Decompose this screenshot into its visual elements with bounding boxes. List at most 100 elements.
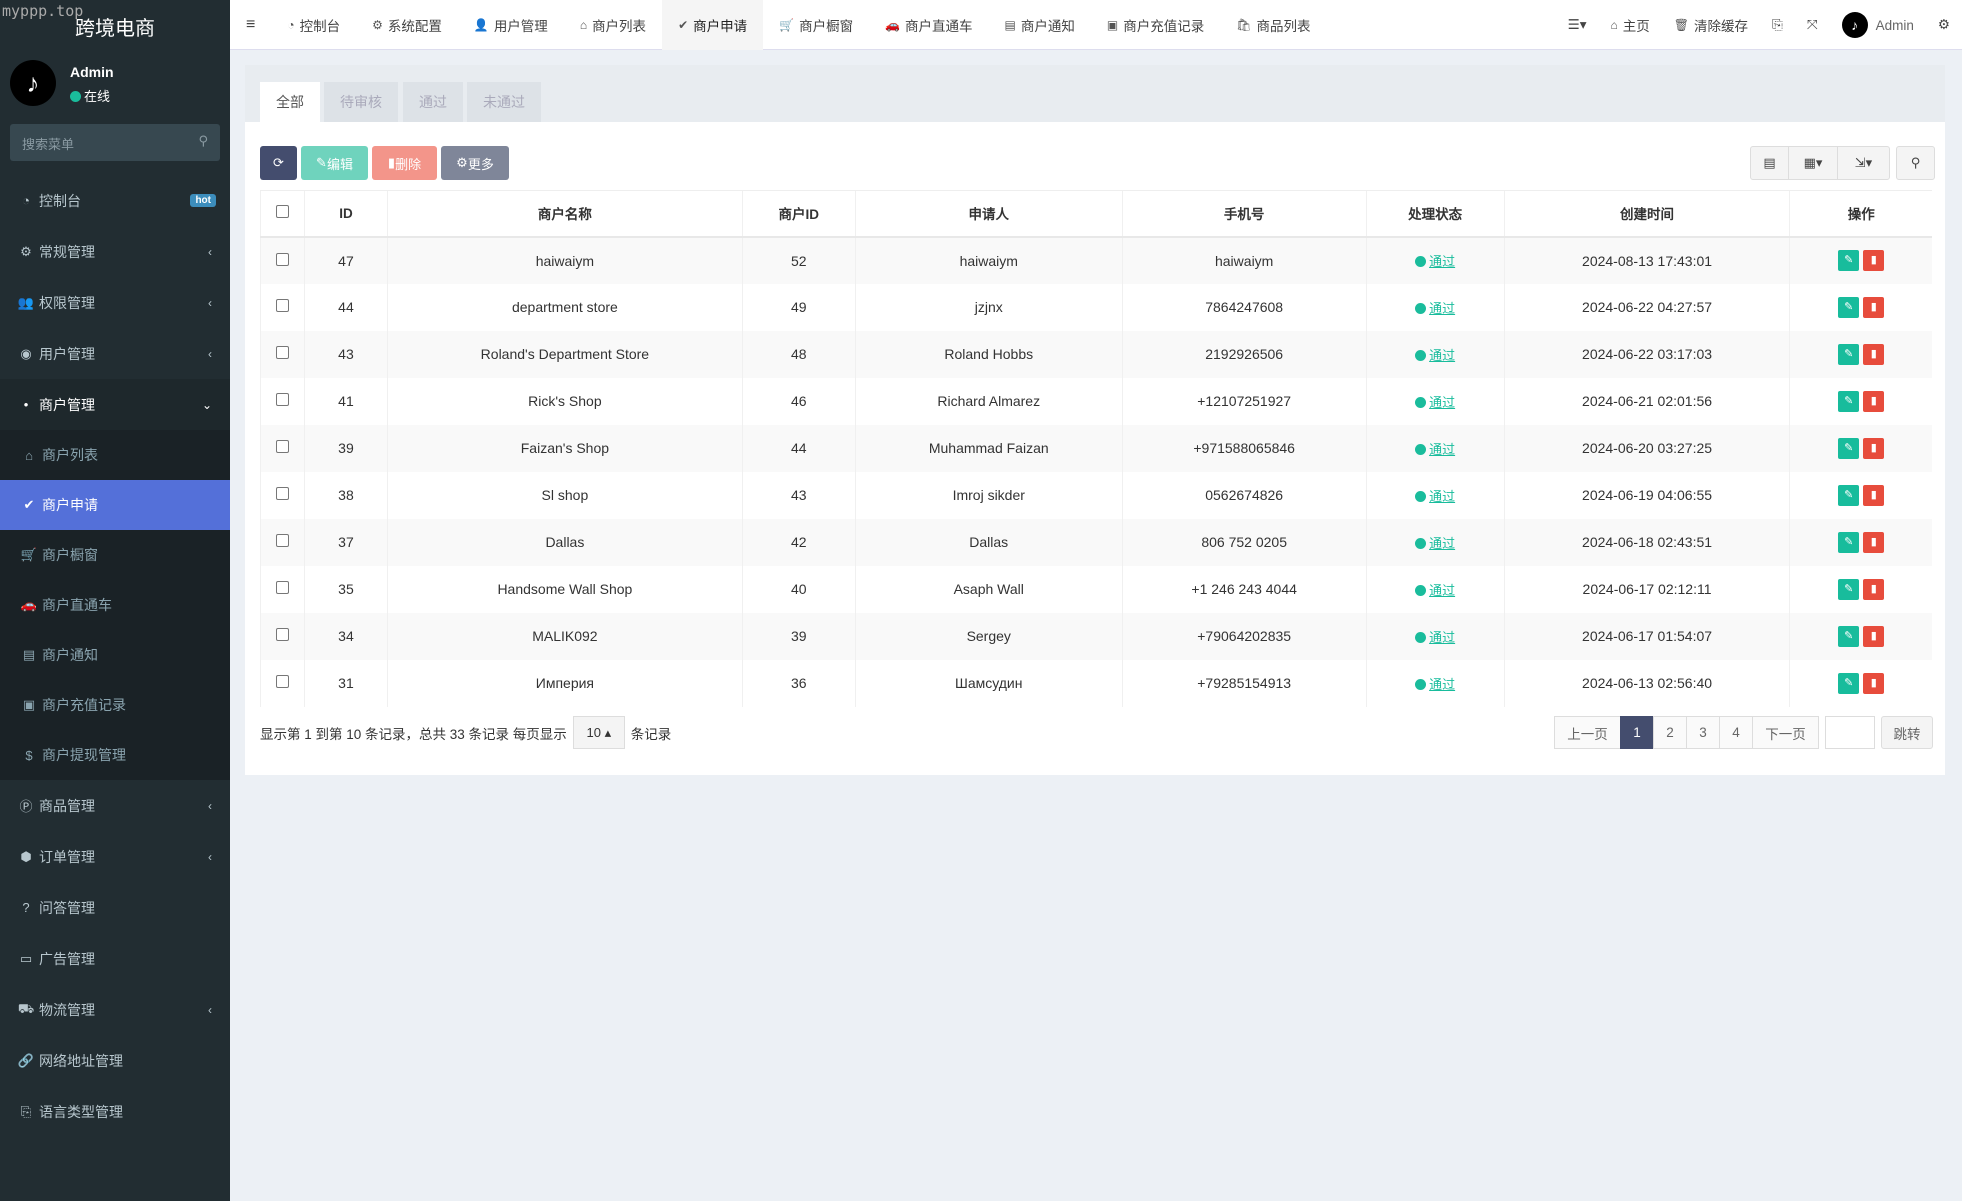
jump-page-input[interactable] bbox=[1825, 716, 1875, 749]
fullscreen-button[interactable]: ⤧ bbox=[1795, 0, 1830, 50]
row-delete-button[interactable]: ▮ bbox=[1863, 250, 1885, 271]
top-tab-6[interactable]: 🚗 商户直通车 bbox=[869, 0, 988, 50]
prev-page-button[interactable]: 上一页 bbox=[1554, 716, 1621, 749]
top-tab-5[interactable]: 🛒 商户橱窗 bbox=[763, 0, 869, 50]
tab-rejected[interactable]: 未通过 bbox=[467, 82, 541, 122]
status-link[interactable]: 通过 bbox=[1415, 254, 1455, 269]
page-1[interactable]: 1 bbox=[1620, 716, 1654, 749]
refresh-button[interactable]: ⟳ bbox=[260, 146, 297, 180]
row-checkbox[interactable] bbox=[260, 283, 305, 331]
status-link[interactable]: 通过 bbox=[1415, 489, 1455, 504]
status-link[interactable]: 通过 bbox=[1415, 536, 1455, 551]
row-edit-button[interactable]: ✎ bbox=[1838, 296, 1860, 318]
sidebar-item-10[interactable]: 🔗 网络地址管理 bbox=[0, 1035, 230, 1086]
row-delete-button[interactable]: ▮ bbox=[1863, 672, 1885, 694]
sidebar-item-3[interactable]: ◉ 用户管理 ‹ bbox=[0, 328, 230, 379]
sidebar-subitem-2[interactable]: 🛒 商户橱窗 bbox=[0, 530, 230, 580]
row-checkbox[interactable] bbox=[260, 612, 305, 660]
sidebar-subitem-6[interactable]: $ 商户提现管理 bbox=[0, 730, 230, 780]
sidebar-item-0[interactable]: ◔ 控制台 hot bbox=[0, 175, 230, 226]
sidebar-subitem-3[interactable]: 🚗 商户直通车 bbox=[0, 580, 230, 630]
row-edit-button[interactable]: ✎ bbox=[1838, 672, 1860, 694]
page-size-select[interactable]: 10 ▴ bbox=[572, 716, 625, 749]
sidebar-item-2[interactable]: 👥 权限管理 ‹ bbox=[0, 277, 230, 328]
status-link[interactable]: 通过 bbox=[1415, 395, 1455, 410]
row-edit-button[interactable]: ✎ bbox=[1838, 531, 1860, 553]
sidebar-item-4[interactable]: • 商户管理 ⌄ bbox=[0, 379, 230, 430]
row-delete-button[interactable]: ▮ bbox=[1863, 390, 1885, 412]
row-edit-button[interactable]: ✎ bbox=[1838, 625, 1860, 647]
tab-approved[interactable]: 通过 bbox=[403, 82, 463, 122]
top-tab-9[interactable]: 🛍 商品列表 bbox=[1220, 0, 1326, 50]
sidebar-item-7[interactable]: ? 问答管理 bbox=[0, 882, 230, 933]
sidebar-item-1[interactable]: ⚙ 常规管理 ‹ bbox=[0, 226, 230, 277]
row-edit-button[interactable]: ✎ bbox=[1838, 578, 1860, 600]
row-checkbox[interactable] bbox=[260, 330, 305, 378]
top-tab-2[interactable]: 👤 用户管理 bbox=[458, 0, 564, 50]
page-4[interactable]: 4 bbox=[1719, 716, 1753, 749]
row-delete-button[interactable]: ▮ bbox=[1863, 578, 1885, 600]
top-tab-4[interactable]: ✔ 商户申请 bbox=[662, 0, 764, 50]
sidebar-subitem-0[interactable]: ⌂ 商户列表 bbox=[0, 430, 230, 480]
row-checkbox[interactable] bbox=[260, 518, 305, 566]
sidebar-item-6[interactable]: ⬢ 订单管理 ‹ bbox=[0, 831, 230, 882]
delete-button[interactable]: ▮ 删除 bbox=[372, 146, 437, 180]
logo[interactable]: myppp.top 跨境电商 bbox=[0, 0, 230, 52]
top-tab-0[interactable]: ◔ 控制台 bbox=[271, 0, 356, 50]
export-dropdown[interactable]: ⇲▾ bbox=[1837, 146, 1890, 180]
home-link[interactable]: ⌂ 主页 bbox=[1599, 0, 1662, 50]
top-tab-1[interactable]: ⚙ 系统配置 bbox=[356, 0, 458, 50]
jump-button[interactable]: 跳转 bbox=[1881, 716, 1933, 749]
status-link[interactable]: 通过 bbox=[1415, 677, 1455, 692]
search-input[interactable]: 搜索菜单 ⚲ bbox=[10, 124, 220, 161]
search-icon[interactable]: ⚲ bbox=[198, 133, 208, 149]
row-edit-button[interactable]: ✎ bbox=[1838, 390, 1860, 412]
edit-button[interactable]: ✎ 编辑 bbox=[301, 146, 368, 180]
status-link[interactable]: 通过 bbox=[1415, 630, 1455, 645]
next-page-button[interactable]: 下一页 bbox=[1752, 716, 1819, 749]
row-checkbox[interactable] bbox=[260, 659, 305, 707]
row-checkbox[interactable] bbox=[260, 377, 305, 425]
row-checkbox[interactable] bbox=[260, 565, 305, 613]
search-toggle-button[interactable]: ⚲ bbox=[1896, 146, 1935, 180]
columns-dropdown[interactable]: ▦▾ bbox=[1788, 146, 1838, 180]
top-tab-7[interactable]: ▤ 商户通知 bbox=[989, 0, 1091, 50]
row-edit-button[interactable]: ✎ bbox=[1838, 343, 1860, 365]
page-3[interactable]: 3 bbox=[1686, 716, 1720, 749]
status-link[interactable]: 通过 bbox=[1415, 348, 1455, 363]
row-edit-button[interactable]: ✎ bbox=[1838, 250, 1860, 271]
row-checkbox[interactable] bbox=[260, 424, 305, 472]
sidebar-toggle[interactable]: ≡ bbox=[230, 0, 271, 50]
more-button[interactable]: ⚙ 更多 bbox=[441, 146, 509, 180]
admin-menu[interactable]: ♪ Admin bbox=[1830, 0, 1926, 50]
row-delete-button[interactable]: ▮ bbox=[1863, 343, 1885, 365]
tab-pending[interactable]: 待审核 bbox=[324, 82, 398, 122]
language-button[interactable]: ⎘ bbox=[1760, 0, 1795, 50]
sidebar-subitem-1[interactable]: ✔ 商户申请 bbox=[0, 480, 230, 530]
tab-all[interactable]: 全部 bbox=[260, 82, 320, 122]
settings-button[interactable]: ⚙ bbox=[1926, 0, 1962, 50]
sidebar-item-11[interactable]: ⎘ 语言类型管理 bbox=[0, 1086, 230, 1137]
sidebar-subitem-5[interactable]: ▣ 商户充值记录 bbox=[0, 680, 230, 730]
sidebar-item-8[interactable]: ▭ 广告管理 bbox=[0, 933, 230, 984]
status-link[interactable]: 通过 bbox=[1415, 583, 1455, 598]
row-delete-button[interactable]: ▮ bbox=[1863, 296, 1885, 318]
clear-cache-button[interactable]: 🗑 清除缓存 bbox=[1662, 0, 1760, 50]
menu-dropdown[interactable]: ☰▾ bbox=[1556, 0, 1599, 50]
sidebar-subitem-4[interactable]: ▤ 商户通知 bbox=[0, 630, 230, 680]
toggle-view-button[interactable]: ▤ bbox=[1750, 146, 1789, 180]
row-delete-button[interactable]: ▮ bbox=[1863, 484, 1885, 506]
row-delete-button[interactable]: ▮ bbox=[1863, 625, 1885, 647]
top-tab-8[interactable]: ▣ 商户充值记录 bbox=[1091, 0, 1220, 50]
row-delete-button[interactable]: ▮ bbox=[1863, 531, 1885, 553]
sidebar-item-5[interactable]: Ⓟ 商品管理 ‹ bbox=[0, 780, 230, 831]
sidebar-item-9[interactable]: ⛟ 物流管理 ‹ bbox=[0, 984, 230, 1035]
select-all-checkbox[interactable] bbox=[260, 190, 305, 238]
row-checkbox[interactable] bbox=[260, 236, 305, 284]
top-tab-3[interactable]: ⌂ 商户列表 bbox=[564, 0, 662, 50]
status-link[interactable]: 通过 bbox=[1415, 301, 1455, 316]
status-link[interactable]: 通过 bbox=[1415, 442, 1455, 457]
row-checkbox[interactable] bbox=[260, 471, 305, 519]
row-delete-button[interactable]: ▮ bbox=[1863, 437, 1885, 459]
row-edit-button[interactable]: ✎ bbox=[1838, 437, 1860, 459]
